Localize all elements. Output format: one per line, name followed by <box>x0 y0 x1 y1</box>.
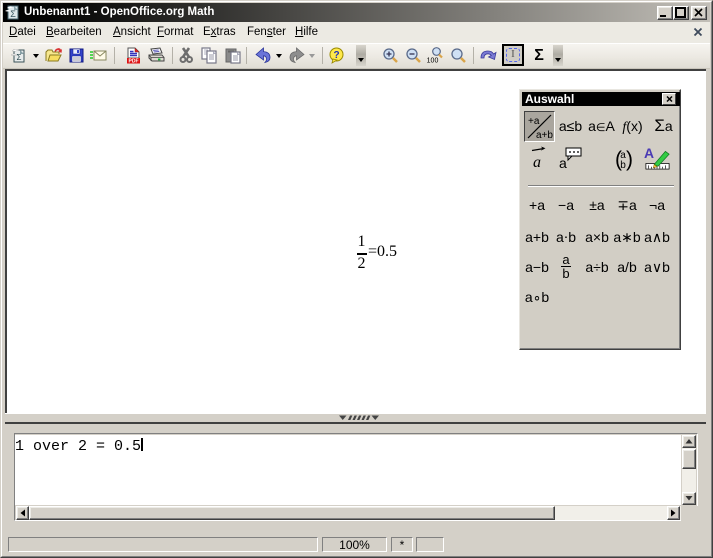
svg-text:A: A <box>644 145 654 161</box>
svg-text:PDF: PDF <box>129 59 139 64</box>
svg-text:Σ: Σ <box>17 53 22 62</box>
svg-text:Σ: Σ <box>10 9 16 19</box>
svg-text:a: a <box>533 154 541 171</box>
svg-text:100: 100 <box>427 58 438 65</box>
svg-text:a+b: a+b <box>536 130 553 141</box>
svg-text:): ) <box>626 148 633 171</box>
svg-text:?: ? <box>333 50 339 61</box>
svg-text:a: a <box>559 155 567 171</box>
svg-text:b: b <box>620 160 626 171</box>
svg-text:+a: +a <box>528 116 540 127</box>
